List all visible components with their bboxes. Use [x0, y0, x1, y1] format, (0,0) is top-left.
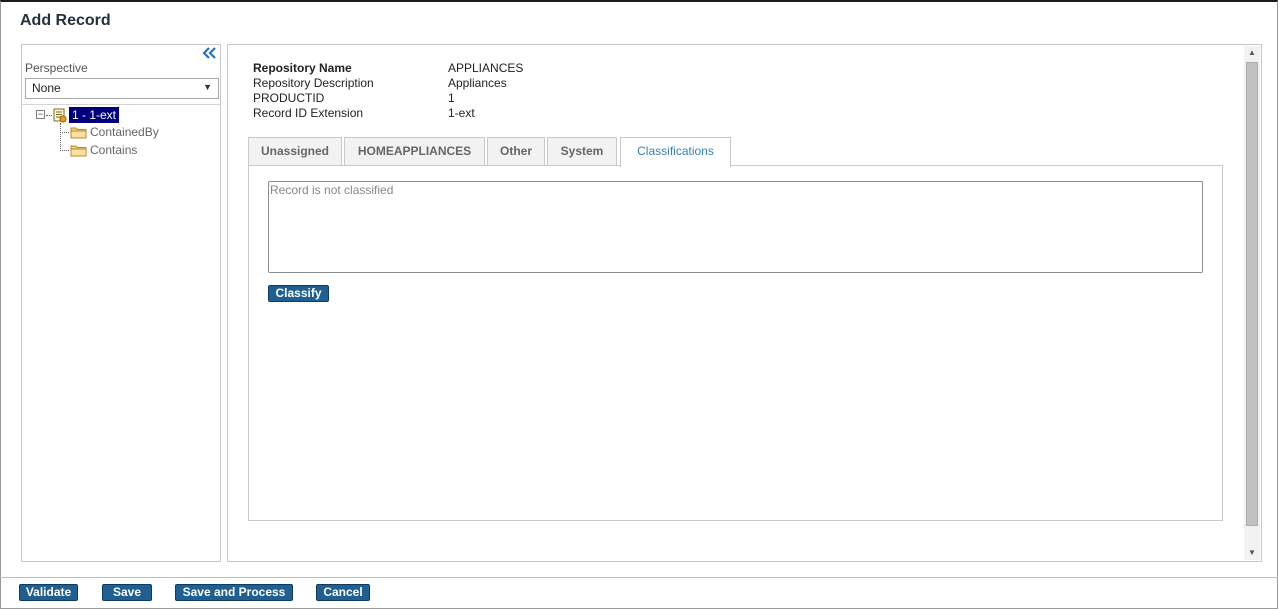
vertical-scrollbar[interactable]: ▲ ▼	[1244, 46, 1260, 560]
dropdown-arrow-icon: ▼	[203, 82, 212, 92]
info-value: 1	[448, 91, 455, 105]
scroll-down-arrow-icon[interactable]: ▼	[1244, 546, 1260, 560]
collapse-panel-icon[interactable]	[200, 45, 218, 61]
divider	[22, 104, 220, 105]
page-title: Add Record	[20, 12, 111, 29]
tab-classifications[interactable]: Classifications	[620, 137, 731, 167]
record-document-icon	[53, 108, 67, 123]
info-key: PRODUCTID	[253, 91, 325, 105]
tree-connector	[46, 115, 52, 116]
classify-button[interactable]: Classify	[268, 285, 329, 302]
save-and-process-button[interactable]: Save and Process	[175, 584, 293, 601]
tree-root-record[interactable]: 1 - 1-ext	[69, 107, 120, 123]
tree-connector	[60, 132, 69, 133]
info-key: Record ID Extension	[253, 106, 364, 120]
folder-icon	[70, 144, 87, 157]
perspective-label: Perspective	[25, 61, 88, 75]
save-button[interactable]: Save	[102, 584, 152, 601]
info-value: 1-ext	[448, 106, 475, 120]
info-key: Repository Name	[253, 61, 352, 75]
footer-divider	[0, 577, 1278, 578]
tab-system[interactable]: System	[547, 137, 617, 166]
cancel-button[interactable]: Cancel	[316, 584, 370, 601]
record-detail-panel: Repository Name APPLIANCES Repository De…	[227, 44, 1262, 562]
tab-other[interactable]: Other	[487, 137, 545, 166]
classification-textarea[interactable]: Record is not classified	[268, 181, 1203, 273]
folder-icon	[70, 126, 87, 139]
classifications-tab-panel: Record is not classified Classify	[248, 165, 1223, 521]
tab-homeappliances[interactable]: HOMEAPPLIANCES	[344, 137, 485, 166]
perspective-select[interactable]: None ▼	[25, 78, 219, 99]
navigation-panel: Perspective None ▼ − 1 - 1-ext Contained…	[21, 44, 221, 562]
tree-item-containedby[interactable]: ContainedBy	[90, 125, 159, 139]
perspective-value: None	[32, 81, 61, 95]
tree-item-contains[interactable]: Contains	[90, 143, 137, 157]
tree-collapse-toggle-icon[interactable]: −	[36, 110, 45, 119]
info-key: Repository Description	[253, 76, 374, 90]
scroll-up-arrow-icon[interactable]: ▲	[1244, 46, 1260, 60]
tab-unassigned[interactable]: Unassigned	[248, 137, 342, 166]
tree-connector	[60, 150, 69, 151]
info-value: Appliances	[448, 76, 507, 90]
tree-connector	[60, 123, 61, 151]
validate-button[interactable]: Validate	[19, 584, 78, 601]
info-value: APPLIANCES	[448, 61, 524, 75]
scrollbar-thumb[interactable]	[1246, 62, 1258, 526]
